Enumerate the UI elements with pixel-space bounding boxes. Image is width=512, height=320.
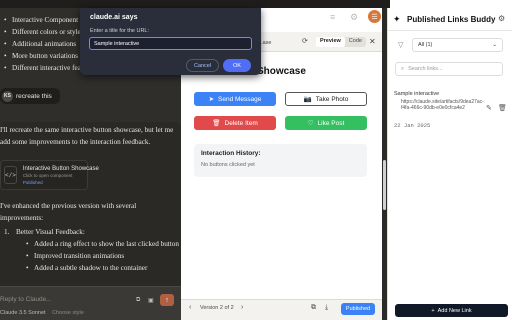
list-heading: Better Visual Feedback:	[16, 228, 85, 236]
preview-tabs: Preview Code	[316, 37, 366, 47]
chevron-down-icon: ⌄	[492, 42, 497, 48]
link-icon: ✦	[393, 14, 401, 24]
copy-icon[interactable]: ⧉	[311, 304, 316, 312]
history-title: Interaction History:	[201, 150, 261, 157]
dialog-title: claude.ai says	[90, 14, 138, 21]
reply-enhanced: I've enhanced the previous version with …	[0, 202, 137, 222]
send-icon: ➤	[208, 96, 215, 103]
plus-icon: +	[431, 307, 435, 314]
tab-preview[interactable]: Preview	[316, 37, 345, 47]
search-icon: ⌕	[401, 66, 405, 72]
published-button[interactable]: Published	[341, 303, 375, 315]
reply-input[interactable]: Reply to Claude...	[0, 296, 52, 303]
tab-code[interactable]: Code	[345, 37, 366, 47]
button-label: Like Post	[317, 119, 345, 127]
chevron-right-icon[interactable]: ›	[241, 304, 243, 311]
search-input[interactable]: ⌕ Search links...	[395, 62, 503, 76]
download-icon[interactable]: ⤓	[325, 304, 328, 312]
take-photo-button[interactable]: 📷 Take Photo	[285, 92, 367, 106]
user-message: KS recreate this	[0, 88, 60, 104]
tune-icon[interactable]: ⚙	[350, 12, 358, 23]
avatar: KS	[2, 90, 13, 102]
button-label: Take Photo	[315, 95, 349, 103]
version-label: Version 2 of 2	[200, 305, 234, 311]
artifact-published-badge: Published	[22, 179, 43, 185]
code-icon: </>	[4, 166, 17, 184]
button-label: Delete Item	[224, 119, 258, 127]
search-placeholder: Search links...	[408, 66, 443, 72]
like-post-button[interactable]: ♡ Like Post	[285, 116, 367, 130]
edit-icon[interactable]: ✎	[486, 104, 492, 112]
history-empty: No buttons clicked yet	[201, 162, 255, 168]
heart-icon: ♡	[307, 120, 314, 127]
trash-icon: 🗑	[212, 120, 221, 127]
close-icon[interactable]: ✕	[369, 37, 376, 46]
style-selector[interactable]: Choose style	[52, 310, 84, 316]
artifact-title: Interactive Button Showcase	[22, 165, 99, 172]
extension-title: Published Links Buddy	[407, 15, 496, 24]
extension-top-strip	[390, 0, 512, 8]
send-button[interactable]: ↑	[160, 294, 174, 306]
dialog-label: Enter a title for the URL:	[90, 28, 149, 34]
title-input[interactable]: Sample interactive	[89, 37, 252, 50]
link-url[interactable]: https://claude.site/artifacts/9dea27ac-f…	[401, 99, 484, 111]
camera-icon: 📷	[303, 96, 312, 103]
trash-icon[interactable]: 🗑	[498, 104, 507, 112]
refresh-icon[interactable]: ⟳	[302, 37, 308, 45]
filter-value: All (1)	[418, 42, 433, 48]
filter-select[interactable]: All (1) ⌄	[412, 38, 503, 52]
send-message-button[interactable]: ➤ Send Message	[194, 92, 276, 106]
add-new-link-button[interactable]: + Add New Link	[395, 304, 508, 317]
improvements-list: 1. Better Visual Feedback: Added a ring e…	[4, 226, 180, 274]
button-label: Add New Link	[437, 307, 472, 314]
reply-intro: I'll recreate the same interactive butto…	[0, 126, 174, 146]
extension-icon[interactable]: ☰	[368, 10, 381, 23]
filter-icon: ▽	[398, 42, 404, 49]
list-item: Added a ring effect to show the last cli…	[26, 238, 180, 250]
attach-icon[interactable]: ⧉	[136, 297, 140, 304]
browser-top-strip	[0, 0, 390, 8]
sliders-icon[interactable]: ≡	[330, 12, 335, 22]
ok-button[interactable]: OK	[223, 59, 251, 72]
link-date: 22 Jan 2025	[394, 122, 431, 129]
delete-item-button[interactable]: 🗑 Delete Item	[194, 116, 276, 130]
link-title: Sample interactive	[394, 91, 440, 97]
button-label: Send Message	[218, 95, 262, 103]
gear-icon[interactable]: ⚙	[498, 14, 505, 23]
scrollbar[interactable]	[383, 160, 386, 210]
extension-sidebar	[387, 8, 512, 320]
list-number: 1.	[4, 228, 10, 236]
model-selector[interactable]: Claude 3.5 Sonnet	[0, 310, 46, 316]
divider	[387, 30, 512, 31]
list-item: Added a subtle shadow to the container	[26, 262, 180, 274]
user-message-text: recreate this	[16, 92, 52, 100]
interaction-history: Interaction History: No buttons clicked …	[194, 144, 367, 177]
cancel-button[interactable]: Cancel	[186, 59, 219, 72]
list-item: Improved transition animations	[26, 250, 180, 262]
image-icon[interactable]: ▣	[148, 297, 154, 304]
chevron-left-icon[interactable]: ‹	[189, 304, 191, 311]
artifact-card[interactable]: </> Interactive Button Showcase Click to…	[0, 160, 99, 190]
